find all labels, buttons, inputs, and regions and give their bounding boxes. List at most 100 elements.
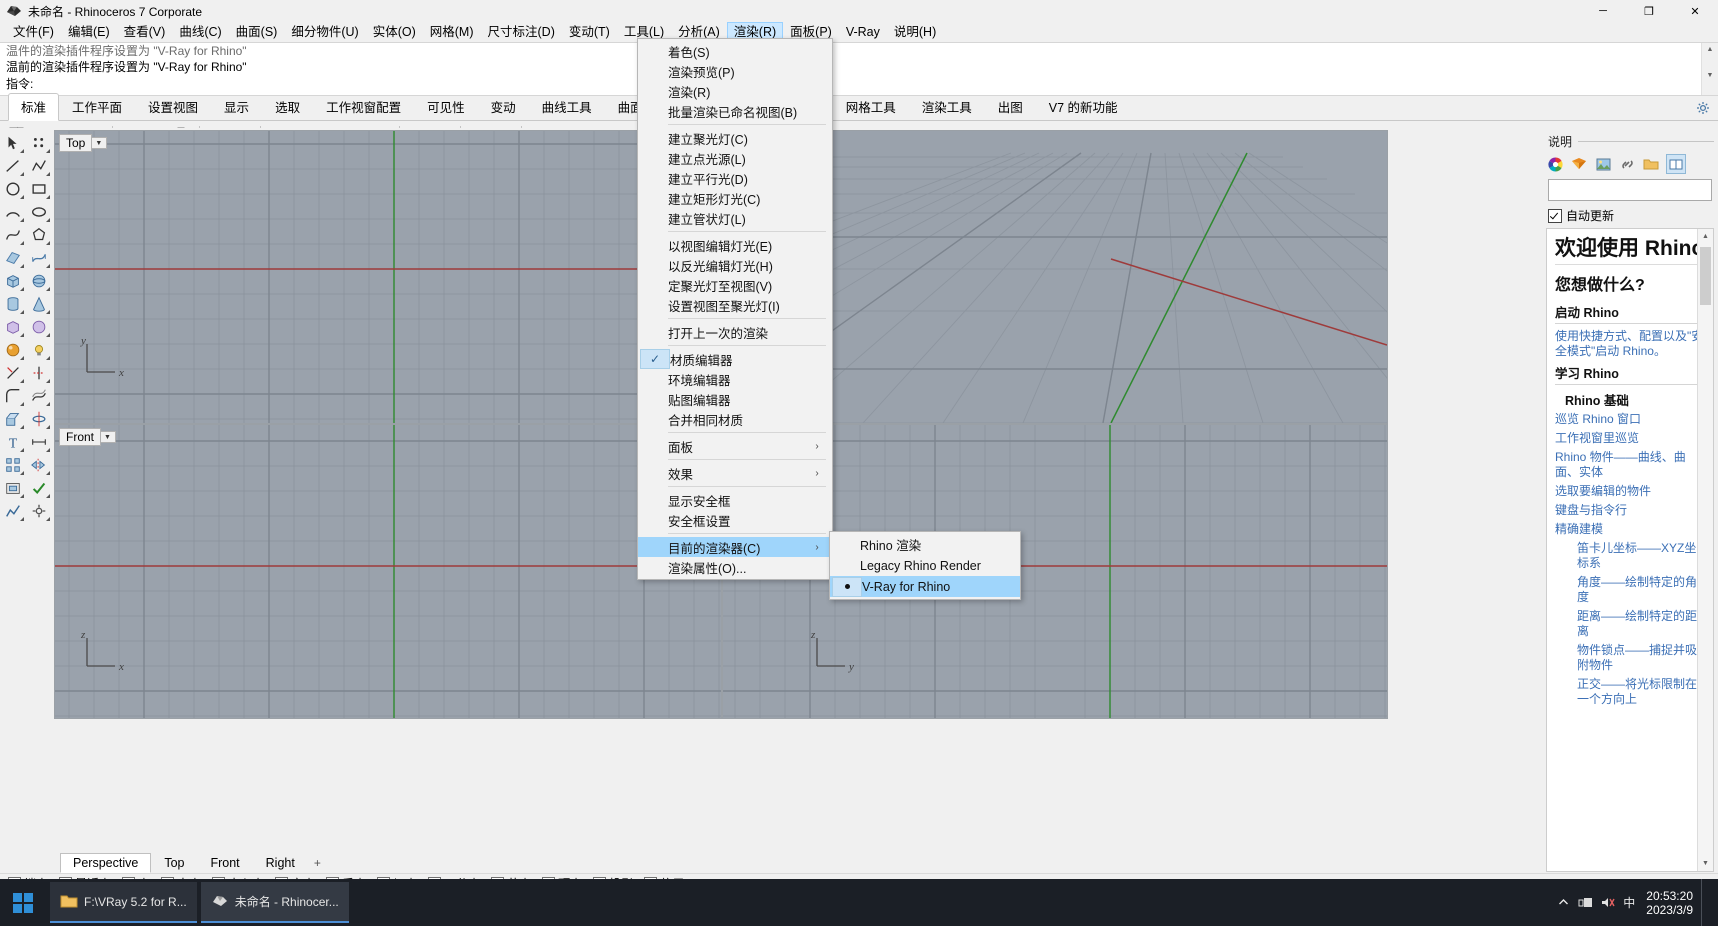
help-scrollbar[interactable]: ▲ ▼ — [1697, 229, 1713, 871]
palette-arc-icon[interactable] — [1, 201, 25, 223]
tray-expand-icon[interactable] — [1552, 879, 1574, 926]
help-sublink-0[interactable]: 笛卡儿坐标——XYZ坐标系 — [1577, 541, 1705, 571]
render-menu-item-7[interactable]: 建立平行光(D) — [638, 168, 832, 188]
toolbar-tab-1[interactable]: 工作平面 — [59, 93, 135, 120]
command-scrollbar[interactable]: ▲ ▼ — [1701, 43, 1718, 95]
help-sublink-3[interactable]: 物件锁点——捕捉并吸附物件 — [1577, 643, 1705, 673]
palette-check-icon[interactable] — [27, 477, 51, 499]
scroll-up-icon[interactable]: ▲ — [1702, 43, 1718, 56]
menu-item-2[interactable]: 查看(V) — [117, 22, 173, 42]
palette-polygon-icon[interactable] — [27, 224, 51, 246]
palette-material-sphere-icon[interactable] — [1, 339, 25, 361]
menu-item-1[interactable]: 编辑(E) — [61, 22, 117, 42]
render-menu-item-23[interactable]: 面板› — [638, 436, 832, 456]
menu-item-8[interactable]: 尺寸标注(D) — [481, 22, 562, 42]
menu-item-0[interactable]: 文件(F) — [6, 22, 61, 42]
viewport-tab-4[interactable]: + — [308, 854, 327, 872]
minimize-button[interactable]: ─ — [1580, 0, 1626, 22]
help-link-1[interactable]: 工作视窗里巡览 — [1555, 431, 1705, 446]
palette-fillet-icon[interactable] — [1, 385, 25, 407]
chevron-down-icon[interactable]: ▼ — [101, 431, 116, 443]
toolbar-tab-13[interactable]: 渲染工具 — [909, 93, 985, 120]
palette-arrow-select-icon[interactable] — [1, 132, 25, 154]
help-book-icon[interactable] — [1666, 154, 1686, 174]
palette-mirror-icon[interactable] — [27, 454, 51, 476]
maximize-button[interactable]: ❐ — [1626, 0, 1672, 22]
palette-light-icon[interactable] — [27, 339, 51, 361]
help-sublink-1[interactable]: 角度——绘制特定的角度 — [1577, 575, 1705, 605]
palette-surface-corner-icon[interactable] — [1, 247, 25, 269]
viewport-front[interactable]: Front ▼ z x — [54, 424, 722, 719]
start-button-icon[interactable] — [0, 879, 46, 926]
menu-item-4[interactable]: 曲面(S) — [229, 22, 285, 42]
scroll-down-icon[interactable]: ▼ — [1698, 856, 1713, 871]
render-menu-item-1[interactable]: 渲染预览(P) — [638, 61, 832, 81]
help-sublink-4[interactable]: 正交——将光标限制在一个方向上 — [1577, 677, 1705, 707]
palette-offset-icon[interactable] — [27, 385, 51, 407]
palette-circle-icon[interactable] — [1, 178, 25, 200]
render-menu-item-3[interactable]: 批量渲染已命名视图(B) — [638, 101, 832, 121]
help-link-3[interactable]: 选取要编辑的物件 — [1555, 484, 1705, 499]
palette-revolve-icon[interactable] — [27, 408, 51, 430]
toolbar-tab-3[interactable]: 显示 — [211, 93, 262, 120]
viewport-tab-0[interactable]: Perspective — [60, 853, 151, 873]
render-menu-item-27[interactable]: 显示安全框 — [638, 490, 832, 510]
help-link-4[interactable]: 键盘与指令行 — [1555, 503, 1705, 518]
scrollbar-thumb[interactable] — [1700, 247, 1711, 305]
palette-surface-edge-icon[interactable] — [27, 247, 51, 269]
toolbar-tab-4[interactable]: 选取 — [262, 93, 313, 120]
renderer-option-0[interactable]: Rhino 渲染 — [830, 534, 1020, 555]
palette-extrude-icon[interactable] — [1, 408, 25, 430]
toolbar-tab-8[interactable]: 曲线工具 — [529, 93, 605, 120]
renderer-option-2[interactable]: V-Ray for Rhino — [830, 576, 1020, 597]
toolbar-tab-0[interactable]: 标准 — [8, 93, 59, 121]
palette-sphere-icon[interactable] — [27, 270, 51, 292]
close-button[interactable]: ✕ — [1672, 0, 1718, 22]
render-menu-item-16[interactable]: 打开上一次的渲染 — [638, 322, 832, 342]
scroll-up-icon[interactable]: ▲ — [1698, 229, 1713, 244]
toolbar-tab-5[interactable]: 工作视窗配置 — [313, 93, 414, 120]
menu-item-5[interactable]: 细分物件(U) — [284, 22, 365, 42]
link-icon[interactable] — [1618, 155, 1636, 173]
palette-split-icon[interactable] — [27, 362, 51, 384]
gear-icon[interactable] — [1696, 101, 1712, 117]
menu-item-3[interactable]: 曲线(C) — [172, 22, 228, 42]
palette-analysis-icon[interactable] — [1, 500, 25, 522]
speaker-icon[interactable] — [1596, 879, 1618, 926]
command-prompt[interactable]: 指令: — [0, 75, 1718, 94]
viewport-top-label[interactable]: Top ▼ — [59, 134, 107, 152]
palette-line-icon[interactable] — [1, 155, 25, 177]
color-wheel-icon[interactable] — [1546, 155, 1564, 173]
viewport-front-label[interactable]: Front ▼ — [59, 428, 116, 446]
menu-item-9[interactable]: 变动(T) — [562, 22, 617, 42]
material-icon[interactable] — [1570, 155, 1588, 173]
toolbar-tab-7[interactable]: 变动 — [478, 93, 529, 120]
show-desktop-button[interactable] — [1701, 879, 1710, 926]
help-link-5[interactable]: 精确建模 — [1555, 522, 1705, 537]
menu-item-15[interactable]: 说明(H) — [887, 22, 943, 42]
render-menu-item-2[interactable]: 渲染(R) — [638, 81, 832, 101]
render-menu-item-19[interactable]: 环境编辑器 — [638, 369, 832, 389]
help-link-0[interactable]: 巡览 Rhino 窗口 — [1555, 412, 1705, 427]
render-menu-item-12[interactable]: 以反光编辑灯光(H) — [638, 255, 832, 275]
render-menu-item-18[interactable]: ✓材质编辑器 — [638, 349, 832, 369]
help-link-2[interactable]: Rhino 物件——曲线、曲面、实体 — [1555, 450, 1705, 480]
render-menu-item-30[interactable]: 目前的渲染器(C)› — [638, 537, 832, 557]
palette-ellipse-icon[interactable] — [27, 201, 51, 223]
help-sublink-2[interactable]: 距离——绘制特定的距离 — [1577, 609, 1705, 639]
render-menu-item-25[interactable]: 效果› — [638, 463, 832, 483]
palette-text-icon[interactable]: T — [1, 431, 25, 453]
render-menu-item-13[interactable]: 定聚光灯至视图(V) — [638, 275, 832, 295]
palette-trim-icon[interactable] — [1, 362, 25, 384]
palette-cone-icon[interactable] — [27, 293, 51, 315]
menu-item-6[interactable]: 实体(O) — [366, 22, 423, 42]
toolbar-tab-15[interactable]: V7 的新功能 — [1036, 93, 1131, 120]
ime-icon[interactable]: 中 — [1618, 879, 1640, 926]
taskbar-item-vray-folder[interactable]: F:\VRay 5.2 for R... — [50, 882, 197, 923]
toolbar-tab-2[interactable]: 设置视图 — [135, 93, 211, 120]
menu-item-7[interactable]: 网格(M) — [423, 22, 481, 42]
help-search-input[interactable] — [1548, 179, 1712, 201]
palette-subd-box-icon[interactable] — [1, 316, 25, 338]
palette-curve-icon[interactable] — [1, 224, 25, 246]
palette-cylinder-icon[interactable] — [1, 293, 25, 315]
